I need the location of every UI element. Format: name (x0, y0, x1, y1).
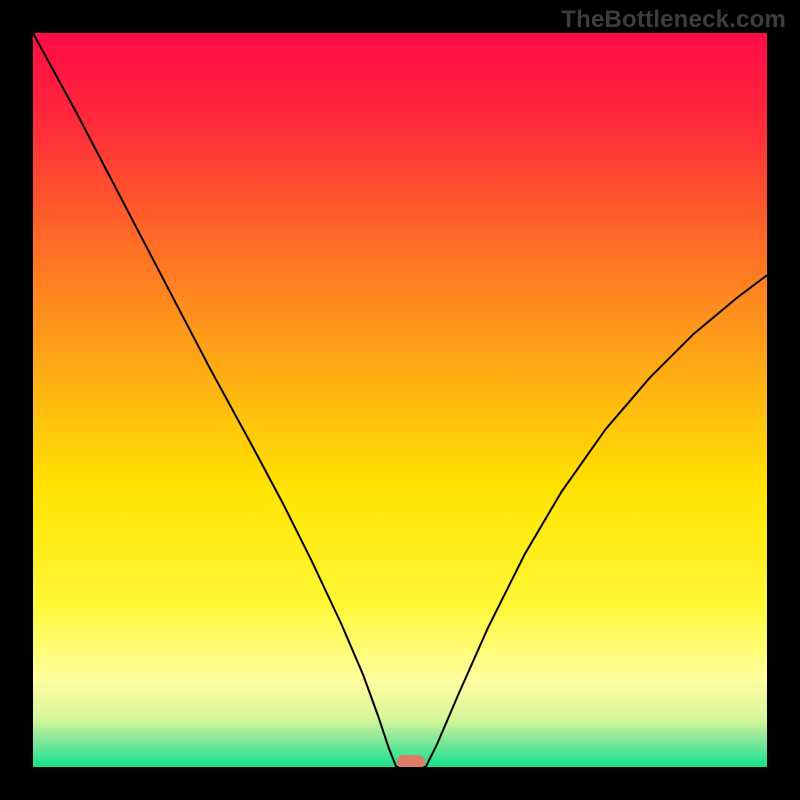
optimal-marker (397, 755, 425, 767)
plot-area (33, 33, 767, 767)
chart-frame: TheBottleneck.com (0, 0, 800, 800)
watermark-text: TheBottleneck.com (561, 6, 786, 34)
bottleneck-curve (33, 33, 767, 767)
curve-path (33, 33, 767, 767)
